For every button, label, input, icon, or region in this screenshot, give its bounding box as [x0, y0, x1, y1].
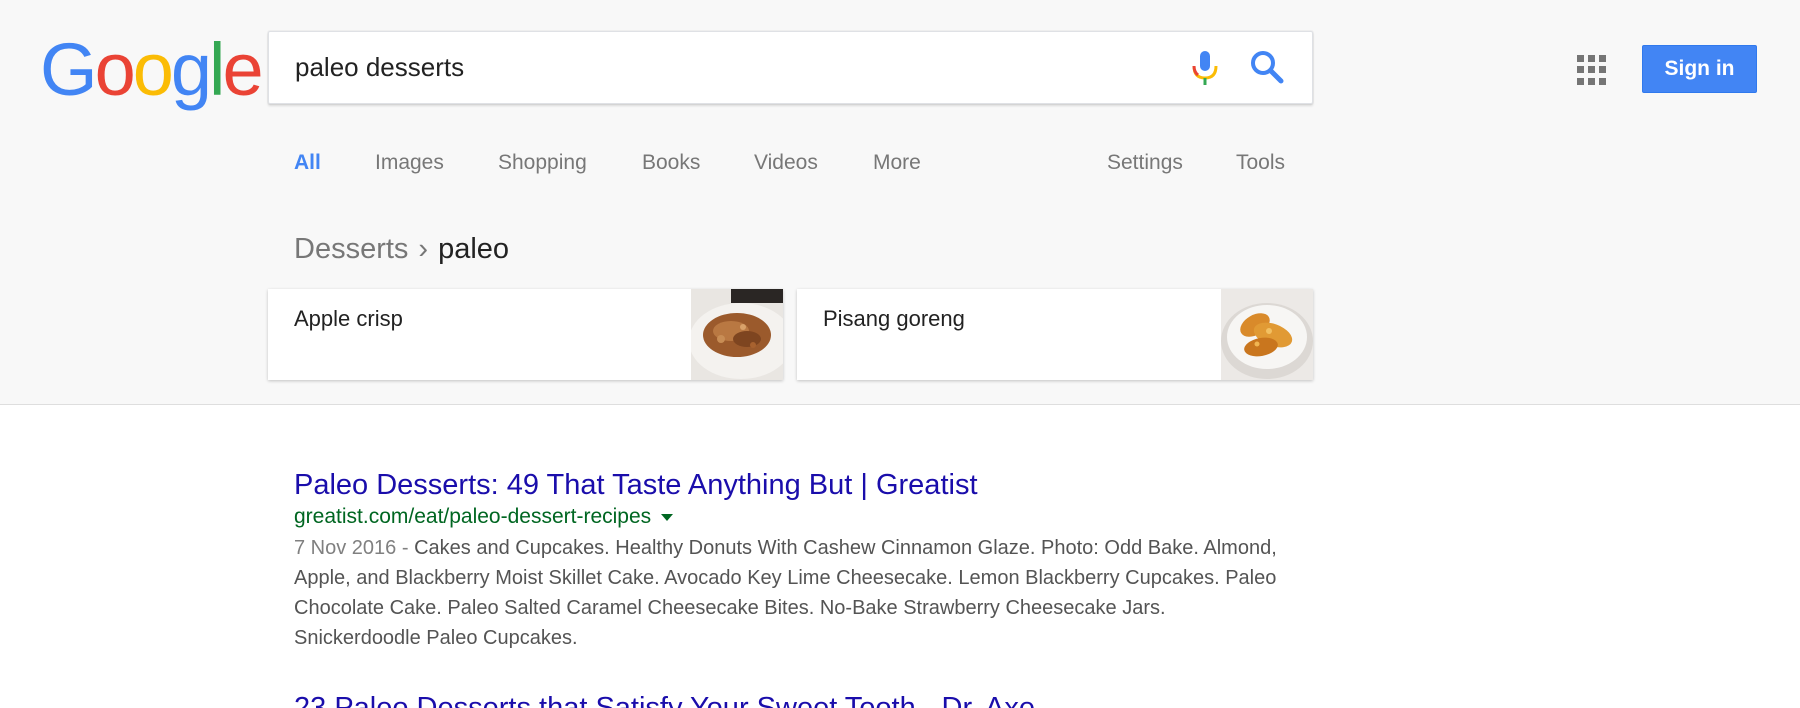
card-apple-crisp[interactable]: Apple crisp [268, 289, 783, 380]
tab-all[interactable]: All [294, 150, 321, 176]
card-pisang-goreng[interactable]: Pisang goreng [797, 289, 1313, 380]
logo-letter-l: l [209, 28, 226, 111]
apps-grid-icon[interactable] [1577, 55, 1607, 85]
result-url-text: greatist.com/eat/paleo-dessert-recipes [294, 505, 652, 528]
tab-images[interactable]: Images [375, 150, 444, 176]
apple-crisp-thumbnail [691, 289, 783, 380]
result-snippet-text: Cakes and Cupcakes. Healthy Donuts With … [294, 537, 1277, 649]
card-label: Pisang goreng [823, 306, 965, 331]
logo-letter-g2: g [170, 28, 212, 111]
tab-videos[interactable]: Videos [754, 150, 818, 176]
search-icon[interactable] [1249, 49, 1285, 85]
tab-settings[interactable]: Settings [1107, 150, 1183, 176]
google-logo[interactable]: Google [40, 28, 264, 111]
card-label: Apple crisp [294, 306, 403, 331]
tab-books[interactable]: Books [642, 150, 700, 176]
logo-letter-g: G [40, 28, 98, 111]
sign-in-button[interactable]: Sign in [1642, 45, 1757, 93]
url-dropdown-caret-icon[interactable] [661, 513, 674, 521]
tab-shopping[interactable]: Shopping [498, 150, 587, 176]
search-results-page: Google Sign in All Images Shopping Books… [0, 0, 1800, 708]
microphone-icon[interactable] [1187, 49, 1223, 89]
logo-letter-o1: o [94, 28, 136, 111]
header-area: Google Sign in All Images Shopping Books… [0, 0, 1800, 405]
breadcrumb-separator: › [418, 233, 429, 265]
tab-tools[interactable]: Tools [1236, 150, 1285, 176]
result-title-link[interactable]: 23 Paleo Desserts that Satisfy Your Swee… [294, 690, 1294, 708]
result-snippet: 7 Nov 2016 - Cakes and Cupcakes. Healthy… [294, 533, 1294, 653]
result-date: 7 Nov 2016 - [294, 537, 415, 559]
breadcrumb: Desserts › paleo [294, 229, 509, 269]
logo-letter-o2: o [132, 28, 174, 111]
logo-letter-e: e [222, 28, 263, 111]
breadcrumb-current: paleo [438, 233, 510, 265]
pisang-goreng-thumbnail [1221, 289, 1313, 380]
search-input[interactable] [295, 32, 1155, 103]
result-url: greatist.com/eat/paleo-dessert-recipes [294, 503, 1294, 531]
search-box [268, 31, 1313, 104]
search-result: 23 Paleo Desserts that Satisfy Your Swee… [294, 690, 1294, 708]
search-result: Paleo Desserts: 49 That Taste Anything B… [294, 467, 1294, 653]
result-title-link[interactable]: Paleo Desserts: 49 That Taste Anything B… [294, 467, 1294, 503]
breadcrumb-parent[interactable]: Desserts [294, 233, 408, 265]
tab-more[interactable]: More [873, 150, 921, 176]
